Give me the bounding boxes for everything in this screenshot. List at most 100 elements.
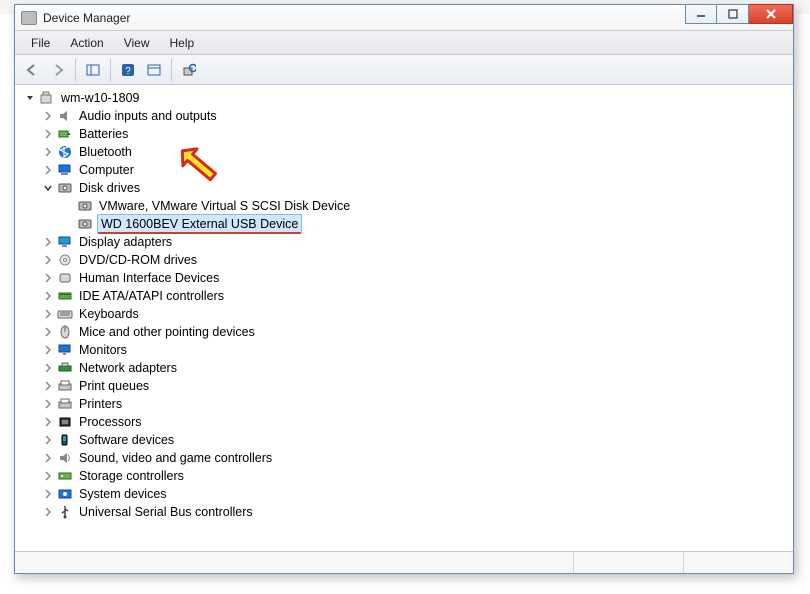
statusbar <box>15 551 793 573</box>
disk-icon <box>77 217 93 231</box>
tree-item-label: Universal Serial Bus controllers <box>77 503 255 521</box>
computer-icon <box>57 163 73 177</box>
tree-category[interactable]: System devices <box>17 485 791 503</box>
menu-file[interactable]: File <box>23 33 58 53</box>
expand-toggle-icon[interactable] <box>41 235 55 249</box>
tree-item-label: wm-w10-1809 <box>59 89 142 107</box>
menu-help[interactable]: Help <box>162 33 203 53</box>
help-button[interactable]: ? <box>117 59 139 81</box>
back-button[interactable] <box>21 59 43 81</box>
tree-category[interactable]: Mice and other pointing devices <box>17 323 791 341</box>
titlebar[interactable]: Device Manager <box>15 5 793 31</box>
tree-category[interactable]: IDE ATA/ATAPI controllers <box>17 287 791 305</box>
tree-item-label: Display adapters <box>77 233 174 251</box>
usb-icon <box>57 505 73 519</box>
expand-toggle-icon[interactable] <box>23 91 37 105</box>
expand-toggle-icon[interactable] <box>41 397 55 411</box>
menu-view[interactable]: View <box>116 33 158 53</box>
tree-category[interactable]: Monitors <box>17 341 791 359</box>
expand-toggle-icon[interactable] <box>41 361 55 375</box>
sound-icon <box>57 451 73 465</box>
tree-item-label: Sound, video and game controllers <box>77 449 274 467</box>
expand-toggle-icon[interactable] <box>41 505 55 519</box>
app-icon <box>21 11 37 25</box>
show-hide-tree-button[interactable] <box>82 59 104 81</box>
display-icon <box>57 235 73 249</box>
expand-toggle-icon[interactable] <box>41 379 55 393</box>
minimize-button[interactable] <box>685 4 717 24</box>
scan-hardware-button[interactable] <box>178 59 200 81</box>
device-tree-panel[interactable]: wm-w10-1809 Audio inputs and outputs Bat… <box>15 85 793 551</box>
tree-category[interactable]: Keyboards <box>17 305 791 323</box>
tree-category[interactable]: Processors <box>17 413 791 431</box>
expand-toggle-icon[interactable] <box>41 145 55 159</box>
expand-toggle-icon[interactable] <box>41 307 55 321</box>
mouse-icon <box>57 325 73 339</box>
tree-category[interactable]: Network adapters <box>17 359 791 377</box>
expand-toggle-icon[interactable] <box>41 325 55 339</box>
tree-category[interactable]: Disk drives <box>17 179 791 197</box>
close-button[interactable] <box>749 4 793 24</box>
tree-item-label: Audio inputs and outputs <box>77 107 219 125</box>
tree-item-label: Human Interface Devices <box>77 269 221 287</box>
storage-icon <box>57 469 73 483</box>
tree-item-label: IDE ATA/ATAPI controllers <box>77 287 226 305</box>
svg-text:?: ? <box>125 66 131 77</box>
tree-category[interactable]: Computer <box>17 161 791 179</box>
tree-category[interactable]: Software devices <box>17 431 791 449</box>
expand-toggle-icon[interactable] <box>41 271 55 285</box>
audio-icon <box>57 109 73 123</box>
tree-item-label: Bluetooth <box>77 143 134 161</box>
tree-category[interactable]: DVD/CD-ROM drives <box>17 251 791 269</box>
tree-category[interactable]: Human Interface Devices <box>17 269 791 287</box>
tree-category[interactable]: Storage controllers <box>17 467 791 485</box>
tree-item-label: Batteries <box>77 125 130 143</box>
tree-item-label: Mice and other pointing devices <box>77 323 257 341</box>
tree-item-label: Software devices <box>77 431 176 449</box>
network-icon <box>57 361 73 375</box>
forward-button[interactable] <box>47 59 69 81</box>
tree-category[interactable]: Batteries <box>17 125 791 143</box>
ide-icon <box>57 289 73 303</box>
tree-root[interactable]: wm-w10-1809 <box>17 89 791 107</box>
tree-category[interactable]: Audio inputs and outputs <box>17 107 791 125</box>
tree-item-label: VMware, VMware Virtual S SCSI Disk Devic… <box>97 197 352 215</box>
expand-toggle-icon[interactable] <box>41 109 55 123</box>
tree-device[interactable]: WD 1600BEV External USB Device <box>17 215 791 233</box>
tree-item-label: Computer <box>77 161 136 179</box>
dvd-icon <box>57 253 73 267</box>
expand-toggle-icon[interactable] <box>41 181 55 195</box>
expand-toggle-icon[interactable] <box>41 163 55 177</box>
window-title: Device Manager <box>43 11 130 25</box>
tree-category[interactable]: Bluetooth <box>17 143 791 161</box>
tree-item-label: DVD/CD-ROM drives <box>77 251 199 269</box>
tree-category[interactable]: Sound, video and game controllers <box>17 449 791 467</box>
tree-item-label: Network adapters <box>77 359 179 377</box>
expand-toggle-icon[interactable] <box>41 127 55 141</box>
tree-item-label: System devices <box>77 485 169 503</box>
expand-toggle-icon[interactable] <box>41 433 55 447</box>
tree-item-label: Monitors <box>77 341 129 359</box>
tree-item-label: Processors <box>77 413 144 431</box>
expand-toggle-icon[interactable] <box>41 253 55 267</box>
expand-toggle-icon[interactable] <box>41 487 55 501</box>
bluetooth-icon <box>57 145 73 159</box>
expand-toggle-icon[interactable] <box>41 343 55 357</box>
tree-category[interactable]: Display adapters <box>17 233 791 251</box>
expand-toggle-icon[interactable] <box>41 415 55 429</box>
tree-category[interactable]: Universal Serial Bus controllers <box>17 503 791 521</box>
tree-device[interactable]: VMware, VMware Virtual S SCSI Disk Devic… <box>17 197 791 215</box>
maximize-button[interactable] <box>717 4 749 24</box>
hid-icon <box>57 271 73 285</box>
tree-category[interactable]: Print queues <box>17 377 791 395</box>
expand-toggle-icon[interactable] <box>41 469 55 483</box>
tree-item-label: Keyboards <box>77 305 141 323</box>
disk-icon <box>77 199 93 213</box>
properties-button[interactable] <box>143 59 165 81</box>
cpu-icon <box>57 415 73 429</box>
menu-action[interactable]: Action <box>62 33 111 53</box>
tree-item-label: WD 1600BEV External USB Device <box>97 214 302 234</box>
expand-toggle-icon[interactable] <box>41 451 55 465</box>
tree-category[interactable]: Printers <box>17 395 791 413</box>
expand-toggle-icon[interactable] <box>41 289 55 303</box>
